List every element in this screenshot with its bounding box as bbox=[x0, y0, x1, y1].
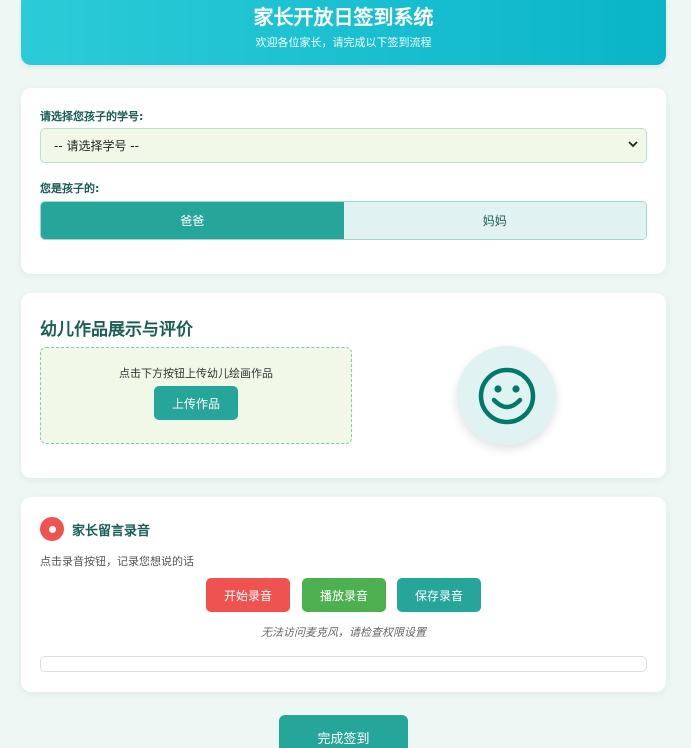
page-subtitle: 欢迎各位家长，请完成以下签到流程 bbox=[255, 36, 432, 49]
page-header: 家长开放日签到系统 欢迎各位家长，请完成以下签到流程 bbox=[21, 0, 666, 65]
relation-label: 您是孩子的: bbox=[40, 182, 100, 195]
relation-toggle: 爸爸 妈妈 bbox=[40, 201, 647, 240]
record-icon bbox=[40, 517, 64, 541]
upload-hint: 点击下方按钮上传幼儿绘画作品 bbox=[119, 367, 273, 380]
student-id-label: 请选择您孩子的学号: bbox=[40, 110, 144, 123]
student-id-select-value: -- 请选择学号 -- bbox=[54, 139, 139, 153]
signin-card: 请选择您孩子的学号: -- 请选择学号 -- 您是孩子的: 爸爸 妈妈 bbox=[21, 88, 666, 274]
relation-option-father[interactable]: 爸爸 bbox=[41, 202, 344, 239]
page-title: 家长开放日签到系统 bbox=[253, 5, 434, 29]
artwork-card: 幼儿作品展示与评价 点击下方按钮上传幼儿绘画作品 上传作品 bbox=[21, 293, 666, 478]
artwork-upload-area[interactable]: 点击下方按钮上传幼儿绘画作品 上传作品 bbox=[40, 347, 352, 444]
student-id-select[interactable]: -- 请选择学号 -- bbox=[40, 128, 647, 163]
start-recording-button[interactable]: 开始录音 bbox=[206, 578, 290, 612]
smiley-face-icon bbox=[457, 346, 556, 445]
mic-error-message: 无法访问麦克风，请检查权限设置 bbox=[261, 626, 426, 639]
recording-title: 家长留言录音 bbox=[72, 524, 151, 539]
upload-artwork-button[interactable]: 上传作品 bbox=[154, 386, 238, 420]
relation-option-mother[interactable]: 妈妈 bbox=[343, 202, 646, 239]
recording-hint: 点击录音按钮，记录您想说的话 bbox=[40, 555, 194, 568]
save-recording-button[interactable]: 保存录音 bbox=[397, 578, 481, 612]
recording-card: 家长留言录音 点击录音按钮，记录您想说的话 开始录音 播放录音 保存录音 无法访… bbox=[21, 497, 666, 692]
recording-progress-bar bbox=[40, 656, 647, 672]
play-recording-button[interactable]: 播放录音 bbox=[302, 578, 386, 612]
chevron-down-icon bbox=[628, 141, 638, 148]
complete-signin-button[interactable]: 完成签到 bbox=[279, 715, 408, 748]
artwork-section-title: 幼儿作品展示与评价 bbox=[40, 320, 193, 340]
